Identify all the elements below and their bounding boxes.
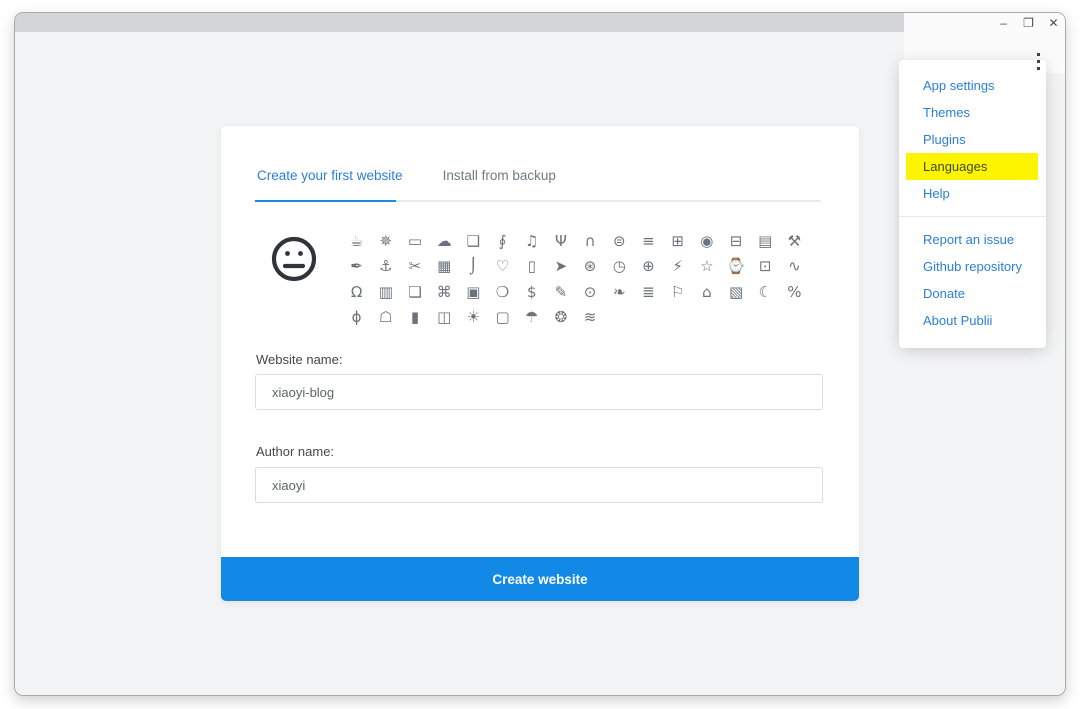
tablet-icon[interactable]: ▯ [517, 254, 546, 280]
pen-tool-icon[interactable]: ✒ [342, 254, 371, 280]
sun-icon[interactable]: ☀ [459, 305, 488, 331]
flag-icon[interactable]: ⚐ [663, 279, 692, 305]
home-icon[interactable]: ⌂ [692, 279, 721, 305]
bell-icon[interactable]: Ω [342, 279, 371, 305]
restore-icon[interactable]: ❐ [1020, 14, 1037, 31]
menu-item-help[interactable]: Help [899, 180, 1046, 207]
power-icon[interactable]: ϕ [342, 305, 371, 331]
truck-icon[interactable]: ⊞ [663, 228, 692, 254]
menu-item-about-publii[interactable]: About Publii [899, 307, 1046, 334]
page: – ❐ ✕ App settingsThemesPluginsLanguages… [0, 0, 1080, 709]
close-icon[interactable]: ✕ [1045, 14, 1062, 31]
titlebar[interactable] [15, 13, 904, 32]
menu-item-github-repository[interactable]: Github repository [899, 253, 1046, 280]
menu-item-languages[interactable]: Languages [906, 153, 1038, 180]
command-icon[interactable]: ⌘ [430, 279, 459, 305]
app-window: – ❐ ✕ App settingsThemesPluginsLanguages… [14, 12, 1066, 696]
anchor-icon[interactable]: ⚓ [371, 254, 400, 280]
shield-icon[interactable]: ☖ [371, 305, 400, 331]
edit-icon[interactable]: ✎ [546, 279, 575, 305]
cpu-icon[interactable]: ▣ [459, 279, 488, 305]
archive-icon[interactable]: ▭ [400, 228, 429, 254]
icon-grid: ☕✵▭☁❑∮♫Ψ∩⊜≡⊞◉⊟▤⚒ ✒⚓✂▦⌡♡▯➤⊛◷⊕⚡☆⌚⊡∿ Ω▥❏⌘▣❍$✎… [342, 228, 809, 330]
tab-underline-active [255, 200, 396, 202]
compass-icon[interactable]: ⊛ [576, 254, 605, 280]
umbrella-icon[interactable]: ☂ [517, 305, 546, 331]
tab-bar: Create your first website Install from b… [257, 168, 556, 183]
menu-item-donate[interactable]: Donate [899, 280, 1046, 307]
music-icon[interactable]: ♫ [517, 228, 546, 254]
film-icon[interactable]: ▦ [430, 254, 459, 280]
battery-charging-icon[interactable]: ⚡ [663, 254, 692, 280]
scissors-icon[interactable]: ✂ [400, 254, 429, 280]
author-name-label: Author name: [256, 444, 334, 459]
meh-face-icon[interactable]: ⊜ [605, 228, 634, 254]
website-name-label: Website name: [256, 352, 342, 367]
radio-icon[interactable]: ❂ [546, 305, 575, 331]
briefcase-icon[interactable]: ▥ [371, 279, 400, 305]
watch-icon[interactable]: ⌚ [721, 254, 750, 280]
minimize-icon[interactable]: – [995, 14, 1012, 31]
database-icon[interactable]: ≡ [634, 228, 663, 254]
smartphone-icon[interactable]: ▮ [400, 305, 429, 331]
image-icon[interactable]: ▧ [721, 279, 750, 305]
monitor-icon[interactable]: ⊡ [751, 254, 780, 280]
paperclip-icon[interactable]: ∮ [488, 228, 517, 254]
eye-icon[interactable]: ⊙ [576, 279, 605, 305]
menu-section-primary: App settingsThemesPluginsLanguagesHelp [899, 72, 1046, 207]
menu-item-report-an-issue[interactable]: Report an issue [899, 226, 1046, 253]
tab-underline [255, 200, 821, 202]
headphones-icon[interactable]: ∩ [576, 228, 605, 254]
create-website-card: Create your first website Install from b… [221, 126, 859, 601]
menu-section-secondary: Report an issueGithub repositoryDonateAb… [899, 226, 1046, 334]
create-website-button[interactable]: Create website [221, 557, 859, 601]
camera-icon[interactable]: ◉ [692, 228, 721, 254]
mic-icon[interactable]: Ψ [546, 228, 575, 254]
dollar-sign-icon[interactable]: $ [517, 279, 546, 305]
clipboard-icon[interactable]: ❏ [400, 279, 429, 305]
menu-divider [899, 216, 1046, 217]
tool-icon[interactable]: ⚒ [780, 228, 809, 254]
tab-install-from-backup[interactable]: Install from backup [443, 168, 556, 183]
cloud-snow-icon[interactable]: ☁ [430, 228, 459, 254]
layers-icon[interactable]: ≋ [576, 305, 605, 331]
author-name-input[interactable] [255, 467, 823, 503]
percent-icon[interactable]: % [780, 279, 809, 305]
heart-icon[interactable]: ♡ [488, 254, 517, 280]
tab-create-your-first-website[interactable]: Create your first website [257, 168, 403, 183]
star-icon[interactable]: ☆ [692, 254, 721, 280]
website-name-input[interactable] [255, 374, 823, 410]
clock-icon[interactable]: ◷ [605, 254, 634, 280]
send-icon[interactable]: ➤ [546, 254, 575, 280]
meh-face-icon [271, 236, 317, 282]
kebab-menu-icon[interactable] [1034, 53, 1042, 70]
menu-item-themes[interactable]: Themes [899, 99, 1046, 126]
crosshair-icon[interactable]: ⊕ [634, 254, 663, 280]
dropdown-menu: App settingsThemesPluginsLanguagesHelp R… [899, 60, 1046, 348]
droplet-icon[interactable]: ❍ [488, 279, 517, 305]
activity-icon[interactable]: ∿ [780, 254, 809, 280]
tv-icon[interactable]: ▢ [488, 305, 517, 331]
window-controls: – ❐ ✕ [995, 14, 1062, 31]
printer-icon[interactable]: ⊟ [721, 228, 750, 254]
moon-icon[interactable]: ☾ [751, 279, 780, 305]
menu-item-plugins[interactable]: Plugins [899, 126, 1046, 153]
speaker-icon[interactable]: ◫ [430, 305, 459, 331]
file-text-icon[interactable]: ≣ [634, 279, 663, 305]
menu-item-app-settings[interactable]: App settings [899, 72, 1046, 99]
feather-icon[interactable]: ❧ [605, 279, 634, 305]
coffee-icon[interactable]: ☕ [342, 228, 371, 254]
thermometer-icon[interactable]: ⌡ [459, 254, 488, 280]
shopping-bag-icon[interactable]: ❑ [459, 228, 488, 254]
credit-card-icon[interactable]: ▤ [751, 228, 780, 254]
award-icon[interactable]: ✵ [371, 228, 400, 254]
